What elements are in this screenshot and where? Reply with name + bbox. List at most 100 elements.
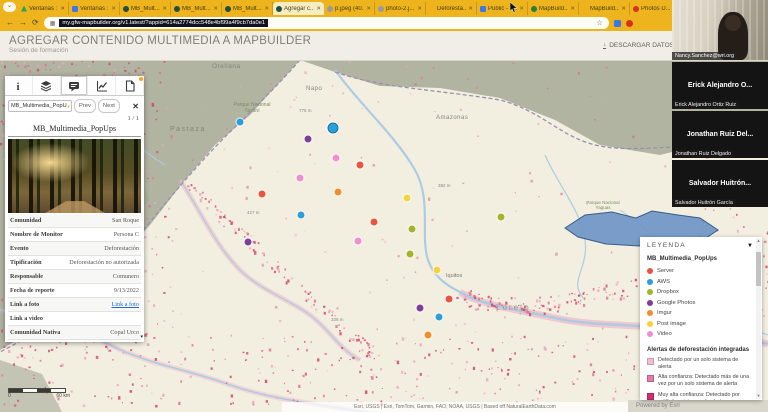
map-place-label: Parque Nacional Yasuní bbox=[233, 102, 271, 114]
tab-close-icon[interactable]: ✕ bbox=[60, 6, 65, 12]
tab-layers[interactable] bbox=[32, 76, 61, 95]
scroll-down-icon[interactable]: ▾ bbox=[140, 334, 143, 340]
tab-chart[interactable] bbox=[88, 76, 117, 95]
browser-tab[interactable]: MB_Mult... ✕ bbox=[120, 2, 171, 15]
multimedia-point-server[interactable] bbox=[445, 295, 453, 303]
multimedia-point-aws[interactable] bbox=[297, 211, 305, 219]
browser-tab[interactable]: MapBuild... ✕ bbox=[579, 2, 630, 15]
back-icon[interactable]: ← bbox=[6, 19, 14, 27]
tab-info[interactable]: i bbox=[5, 76, 33, 95]
multimedia-point-aws[interactable] bbox=[327, 122, 339, 134]
field-value: 9/13/2022 bbox=[113, 287, 139, 294]
tab-close-icon[interactable]: ✕ bbox=[519, 6, 524, 12]
multimedia-point-video[interactable] bbox=[296, 174, 304, 182]
bookmark-star-icon[interactable]: ☆ bbox=[596, 19, 602, 27]
scroll-up-icon[interactable]: ▲ bbox=[756, 238, 761, 244]
layer-select[interactable]: MB_Multimedia_PopU ▼ bbox=[8, 100, 72, 112]
tab-popups[interactable] bbox=[60, 76, 89, 95]
table-row: Link a video bbox=[8, 312, 141, 326]
scroll-thumb[interactable] bbox=[756, 252, 761, 286]
browser-tab[interactable]: Public - D... ✕ bbox=[477, 2, 528, 15]
browser-tab[interactable]: MapBuild... ✕ bbox=[528, 2, 579, 15]
extension-icon[interactable] bbox=[613, 19, 621, 27]
legend-item-label: Video bbox=[657, 331, 672, 338]
legend-items: Server AWS Dropbox Google Photos Imgur Post i… bbox=[647, 266, 753, 340]
browser-tab[interactable]: MB_Mult... ✕ bbox=[222, 2, 273, 15]
browser-tab[interactable]: Deforesta... ✕ bbox=[426, 2, 477, 15]
next-button[interactable]: Next bbox=[97, 99, 120, 113]
browser-tab[interactable]: Ventanas : ✕ bbox=[69, 2, 120, 15]
reload-icon[interactable]: ⟳ bbox=[32, 19, 39, 27]
multimedia-point-google[interactable] bbox=[304, 135, 312, 143]
multimedia-point-server[interactable] bbox=[370, 218, 378, 226]
address-bar[interactable]: ▦ my.gfw-mapbuilder.org/v1.latest/?appid… bbox=[43, 17, 609, 29]
scroll-down-icon[interactable]: ▼ bbox=[756, 393, 761, 399]
tab-list: Ventanas : ✕ Ventanas : ✕ MB_Mult... ✕ MB_Mult… bbox=[18, 0, 768, 15]
tab-title: Agregar c... bbox=[284, 5, 315, 12]
tab-grid-icon[interactable]: ▦ bbox=[50, 20, 56, 27]
multimedia-point-dropbox[interactable] bbox=[406, 250, 414, 258]
tab-close-icon[interactable]: ✕ bbox=[468, 6, 473, 12]
multimedia-point-postimage[interactable] bbox=[433, 266, 441, 274]
browser-tab[interactable]: p.jpeg (40... ✕ bbox=[324, 2, 375, 15]
tab-title: MB_Mult... bbox=[182, 5, 211, 12]
tab-close-icon[interactable]: ✕ bbox=[417, 6, 422, 12]
tab-search-button[interactable]: ⌄ bbox=[3, 2, 16, 12]
field-value-link[interactable]: Link a foto bbox=[112, 301, 140, 308]
participant-tile[interactable]: Erick Alejandro O... Erick Alejandro Orti… bbox=[672, 62, 768, 109]
prev-button[interactable]: Prev bbox=[74, 99, 96, 113]
forward-icon[interactable]: → bbox=[19, 19, 27, 27]
video-call-sidebar: Nancy.Sanchez@wri.org Erick Alejandro O.… bbox=[672, 0, 768, 207]
tab-close-icon[interactable]: ✕ bbox=[111, 6, 116, 12]
field-value: Comunero bbox=[112, 273, 139, 280]
download-data-button[interactable]: ↓ DESCARGAR DATOS bbox=[603, 42, 674, 49]
tab-close-icon[interactable]: ✕ bbox=[162, 6, 167, 12]
popup-title: MB_Multimedia_PopUps bbox=[8, 123, 141, 137]
legend-swatch bbox=[647, 357, 654, 365]
multimedia-point-google[interactable] bbox=[244, 238, 252, 246]
tab-close-icon[interactable]: ✕ bbox=[570, 6, 575, 12]
multimedia-point-imgur[interactable] bbox=[334, 188, 342, 196]
powered-by-esri: Powered by Esri bbox=[628, 400, 768, 412]
participant-tile[interactable]: Salvador Huitrón... Salvador Huitrón Garc… bbox=[672, 160, 768, 207]
layers-icon bbox=[40, 80, 52, 92]
close-icon[interactable]: ✕ bbox=[132, 102, 141, 111]
tab-close-icon[interactable]: ✕ bbox=[316, 6, 321, 12]
field-value: San Roque bbox=[112, 217, 139, 224]
participant-tile[interactable]: Jonathan Ruiz Del... Jonathan Ruiz Delgad… bbox=[672, 111, 768, 158]
tab-title: MapBuild... bbox=[590, 5, 620, 12]
tab-close-icon[interactable]: ✕ bbox=[366, 6, 371, 12]
extension-icon[interactable] bbox=[625, 19, 633, 27]
multimedia-point-google[interactable] bbox=[416, 304, 424, 312]
tab-close-icon[interactable]: ✕ bbox=[264, 6, 269, 12]
multimedia-point-dropbox[interactable] bbox=[497, 213, 505, 221]
tab-close-icon[interactable]: ✕ bbox=[213, 6, 218, 12]
legend-collapse-icon[interactable]: ▼ bbox=[747, 243, 753, 249]
browser-tab[interactable]: MB_Mult... ✕ bbox=[171, 2, 222, 15]
browser-tab[interactable]: photo-2.j... ✕ bbox=[375, 2, 426, 15]
legend-alert-item: Muy alta confianza: Detectado por múltip… bbox=[647, 392, 753, 400]
pagination-counter: 1 / 1 bbox=[127, 115, 139, 122]
legend-item-label: Alta confianza: Detectado más de una vez… bbox=[658, 374, 750, 388]
browser-tab[interactable]: Agregar c... ✕ bbox=[273, 2, 324, 15]
tab-close-icon[interactable]: ✕ bbox=[621, 6, 626, 12]
legend-item-label: Muy alta confianza: Detectado por múltip… bbox=[658, 391, 740, 400]
multimedia-point-postimage[interactable] bbox=[403, 194, 411, 202]
multimedia-point-server[interactable] bbox=[258, 190, 266, 198]
tab-title: MapBuild... bbox=[539, 5, 569, 12]
url-text[interactable]: my.gfw-mapbuilder.org/v1.latest/?appid=6… bbox=[59, 19, 269, 27]
multimedia-point-aws[interactable] bbox=[236, 118, 244, 126]
multimedia-point-video[interactable] bbox=[354, 237, 362, 245]
multimedia-point-video[interactable] bbox=[332, 154, 340, 162]
app-header: AGREGAR CONTENIDO MULTIMEDIA A MAPBUILDE… bbox=[0, 31, 768, 61]
self-name-label: Nancy.Sanchez@wri.org bbox=[672, 52, 738, 60]
multimedia-point-aws[interactable] bbox=[435, 313, 443, 321]
multimedia-point-dropbox[interactable] bbox=[408, 225, 416, 233]
map-place-label: 382 m bbox=[438, 183, 451, 188]
legend-swatch bbox=[647, 320, 653, 327]
browser-tab[interactable]: Ventanas : ✕ bbox=[18, 2, 69, 15]
multimedia-point-imgur[interactable] bbox=[424, 331, 432, 339]
self-video-tile[interactable]: Nancy.Sanchez@wri.org bbox=[672, 0, 768, 60]
legend-scrollbar[interactable]: ▲ ▼ bbox=[756, 238, 761, 399]
multimedia-point-server[interactable] bbox=[356, 161, 364, 169]
